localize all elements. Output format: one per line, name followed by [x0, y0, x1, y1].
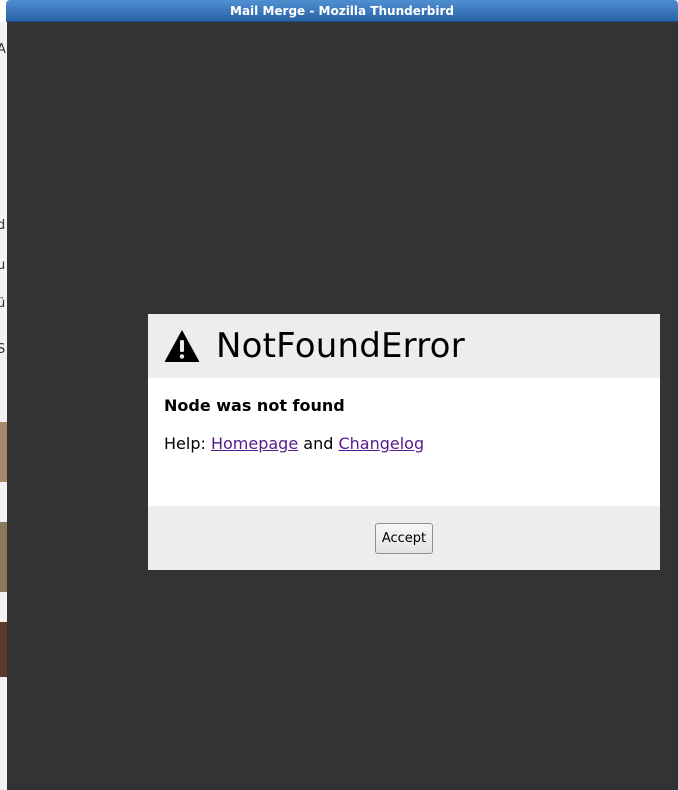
- homepage-link[interactable]: Homepage: [211, 434, 298, 453]
- background-text-fragment: d: [0, 218, 5, 233]
- dialog-header: NotFoundError: [148, 314, 660, 378]
- dialog-body: Node was not found Help: Homepage and Ch…: [148, 378, 660, 506]
- dialog-footer: Accept: [148, 506, 660, 570]
- background-text-fragment: I: [0, 122, 1, 137]
- changelog-link[interactable]: Changelog: [338, 434, 424, 453]
- background-text-fragment: ü: [0, 296, 5, 311]
- dialog-title: NotFoundError: [216, 326, 465, 366]
- window-titlebar[interactable]: Mail Merge - Mozilla Thunderbird: [6, 0, 678, 22]
- error-message: Node was not found: [164, 396, 345, 415]
- error-dialog: NotFoundError Node was not found Help: H…: [148, 314, 660, 570]
- help-line: Help: Homepage and Changelog: [164, 434, 644, 453]
- thunderbird-window: Mail Merge - Mozilla Thunderbird NotFoun…: [6, 0, 678, 790]
- warning-triangle-icon: [164, 329, 200, 363]
- help-prefix: Help:: [164, 434, 211, 453]
- modal-overlay: NotFoundError Node was not found Help: H…: [7, 22, 678, 790]
- background-text-fragment: u: [0, 258, 5, 273]
- background-text-fragment: S: [0, 342, 5, 357]
- accept-button[interactable]: Accept: [374, 522, 434, 554]
- help-and: and: [298, 434, 339, 453]
- background-text-fragment: i: [0, 730, 1, 745]
